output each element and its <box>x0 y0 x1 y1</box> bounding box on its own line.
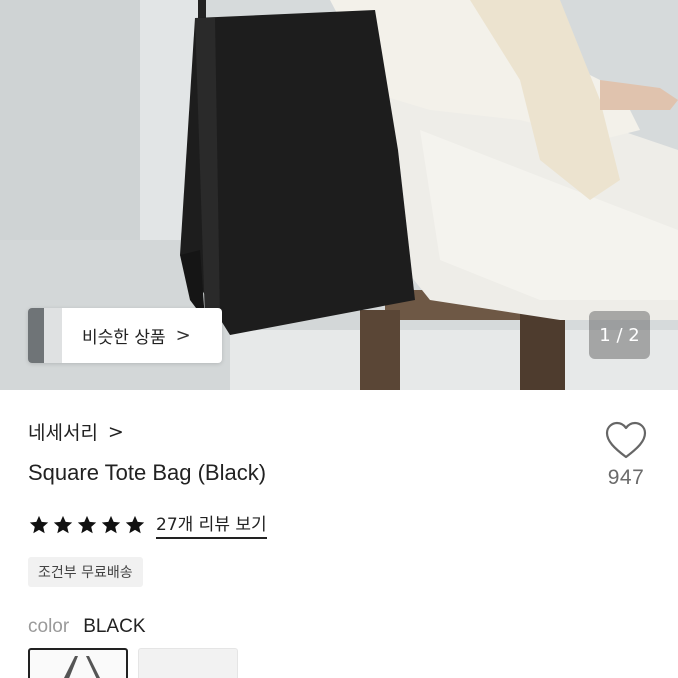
color-option-row: color BLACK <box>28 616 146 638</box>
like-count: 947 <box>607 466 645 489</box>
color-swatch-option[interactable] <box>138 648 238 678</box>
brand-link[interactable]: 네세서리 > <box>28 418 124 445</box>
shipping-badge: 조건부 무료배송 <box>28 557 143 587</box>
star-icon <box>77 515 97 533</box>
star-icon <box>101 515 121 533</box>
color-swatch-black[interactable] <box>28 648 128 678</box>
star-icon <box>125 515 145 533</box>
brand-name: 네세서리 <box>28 422 98 444</box>
heart-icon <box>605 421 647 459</box>
product-title: Square Tote Bag (Black) <box>28 460 267 485</box>
color-value: BLACK <box>83 616 146 637</box>
image-page-indicator: 1 / 2 <box>589 311 650 359</box>
similar-products-button[interactable]: 비슷한 상품 > <box>28 308 222 363</box>
star-icon <box>53 515 73 533</box>
similar-products-label: 비슷한 상품 <box>82 328 166 348</box>
similar-product-thumbnail <box>28 308 62 363</box>
like-button[interactable]: 947 <box>600 420 652 490</box>
color-label: color <box>28 616 70 637</box>
product-image[interactable]: 비슷한 상품 > 1 / 2 <box>0 0 678 390</box>
star-icon <box>29 515 49 533</box>
chevron-right-icon: > <box>175 325 191 346</box>
rating-row: 27개 리뷰 보기 <box>28 510 267 539</box>
chevron-right-icon: > <box>107 420 124 443</box>
view-reviews-link[interactable]: 27개 리뷰 보기 <box>156 510 267 539</box>
swatch-thumbnail <box>64 656 100 678</box>
